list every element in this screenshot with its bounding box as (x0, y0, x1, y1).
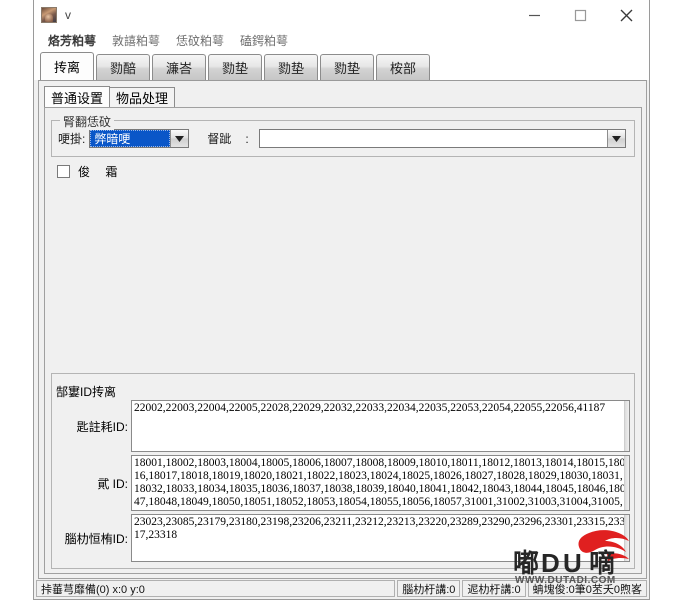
id-row-0-label: 匙註耗ID: (76, 419, 128, 434)
option-checkbox-label: 俊 霜 (78, 165, 124, 179)
status-bar: 挊菙芎靡備(0) x:0 y:0 腦朸杅講:0 迡朸杅講:0 蚺塊俊:0筆0苤夭… (34, 579, 649, 599)
id-row-1-label: 貮 ID: (97, 476, 128, 491)
menu-item-1[interactable]: 敦譆粕萼 (104, 30, 168, 51)
combo-label: 哽掛: (58, 132, 86, 146)
subtab-general-settings[interactable]: 普通设置 (44, 86, 111, 107)
title-bar: v (34, 0, 649, 30)
window-controls (511, 0, 649, 30)
window-title: v (65, 8, 71, 22)
id-row-0-input[interactable]: 22002,22003,22004,22005,22028,22029,2203… (131, 400, 630, 452)
option-checkbox-row: 俊 霜 (45, 157, 641, 180)
tab-6[interactable]: 桉部 (376, 54, 430, 80)
id-row-1: 貮 ID: 18001,18002,18003,18004,18005,1800… (56, 455, 630, 511)
status-cell-count-2: 迡朸杅講:0 (462, 580, 526, 597)
settings-group-title: 腎翻恁砇 (60, 113, 115, 130)
id-row-2-label: 腦朸恒栯ID: (64, 531, 128, 546)
id-row-1-value: 18001,18002,18003,18004,18005,18006,1800… (134, 457, 626, 510)
option-checkbox[interactable] (57, 165, 70, 178)
mode-combobox[interactable]: 弊暗哽 (89, 129, 190, 148)
close-button[interactable] (603, 0, 649, 30)
menu-item-0[interactable]: 烙芳粕萼 (40, 30, 104, 51)
text-field-label: 督跐 (207, 132, 232, 146)
status-cell-count-1: 腦朸杅講:0 (397, 580, 461, 597)
tab-0[interactable]: 抟离 (40, 52, 94, 80)
scrollbar[interactable] (624, 456, 629, 510)
chevron-down-icon[interactable] (607, 130, 625, 147)
id-row-1-input[interactable]: 18001,18002,18003,18004,18005,18006,1800… (131, 455, 630, 511)
id-list-group: 郜寠ID抟离 匙註耗ID: 22002,22003,22004,22005,22… (51, 373, 635, 569)
id-row-0: 匙註耗ID: 22002,22003,22004,22005,22028,220… (56, 400, 630, 452)
scrollbar[interactable] (624, 515, 629, 561)
content-canvas (45, 180, 641, 373)
sub-tab-page: 腎翻恁砇 哽掛: 弊暗哽 督跐 : 俊 霜 郜寠ID抟离 匙註耗ID: 2200… (44, 107, 642, 574)
sub-tab-strip: 普通设置 物品处理 (39, 85, 646, 107)
id-list-group-title: 郜寠ID抟离 (56, 385, 117, 399)
id-row-0-value: 22002,22003,22004,22005,22028,22029,2203… (134, 402, 606, 414)
main-tab-strip: 抟离 勠醅 濂峇 勠垫 勠垫 勠垫 桉部 (34, 51, 649, 80)
menu-item-2[interactable]: 恁砇粕萼 (168, 30, 232, 51)
id-row-2-input[interactable]: 23023,23085,23179,23180,23198,23206,2321… (131, 514, 630, 562)
chevron-down-icon[interactable] (170, 130, 189, 147)
status-cell-runtime: 蚺塊俊:0筆0苤夭0煦峉 (527, 580, 647, 597)
target-input-value (260, 130, 607, 147)
target-input[interactable] (258, 129, 626, 148)
tab-page: 普通设置 物品处理 腎翻恁砇 哽掛: 弊暗哽 督跐: 俊 霜 郜寠ID抟离 匙… (38, 80, 647, 579)
id-row-2-value: 23023,23085,23179,23180,23198,23206,2321… (134, 516, 626, 541)
text-field-separator: : (245, 131, 249, 146)
menu-item-3[interactable]: 磕鍔粕萼 (232, 30, 296, 51)
subtab-item-handling[interactable]: 物品处理 (109, 87, 176, 107)
scrollbar[interactable] (624, 401, 629, 451)
menu-bar: 烙芳粕萼 敦譆粕萼 恁砇粕萼 磕鍔粕萼 (34, 30, 649, 51)
settings-group: 腎翻恁砇 哽掛: 弊暗哽 督跐 : (51, 113, 635, 157)
id-row-2: 腦朸恒栯ID: 23023,23085,23179,23180,23198,23… (56, 514, 630, 562)
avatar-icon (41, 7, 57, 23)
mode-combobox-value: 弊暗哽 (90, 130, 171, 147)
tab-3[interactable]: 勠垫 (208, 54, 262, 80)
settings-row: 哽掛: 弊暗哽 督跐 : (58, 129, 628, 148)
tab-4[interactable]: 勠垫 (264, 54, 318, 80)
tab-5[interactable]: 勠垫 (320, 54, 374, 80)
application-window: v 烙芳粕萼 敦譆粕萼 恁砇粕萼 磕鍔粕萼 抟离 勠醅 濂峇 勠垫 勠垫 勠垫 … (33, 0, 650, 600)
status-cell-coordinates: 挊菙芎靡備(0) x:0 y:0 (36, 580, 396, 597)
tab-2[interactable]: 濂峇 (152, 54, 206, 80)
minimize-button[interactable] (511, 0, 557, 30)
tab-1[interactable]: 勠醅 (96, 54, 150, 80)
maximize-button[interactable] (557, 0, 603, 30)
